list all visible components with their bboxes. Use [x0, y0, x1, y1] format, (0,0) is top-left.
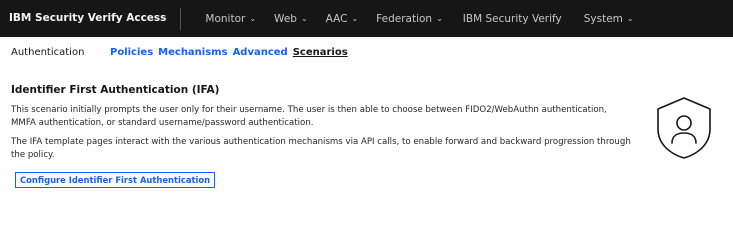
tab-mechanisms[interactable]: Mechanisms [158, 47, 227, 58]
section-tabs: Policies Mechanisms Advanced Scenarios [110, 47, 353, 58]
chevron-down-icon: ⌄ [626, 14, 634, 23]
secondary-navigation: Authentication Policies Mechanisms Advan… [0, 37, 733, 67]
chevron-down-icon: ⌄ [436, 14, 443, 23]
nav-item-ibm-security-verify[interactable]: IBM Security Verify [463, 0, 562, 37]
tab-scenarios[interactable]: Scenarios [293, 47, 348, 58]
nav-item-label: Monitor [205, 12, 246, 25]
brand-divider [180, 7, 182, 30]
nav-item-web[interactable]: Web ⌄ [274, 0, 308, 37]
chevron-down-icon: ⌄ [249, 14, 257, 23]
nav-item-label: Web [274, 12, 297, 25]
brand-title[interactable]: IBM Security Verify Access [0, 0, 180, 37]
tab-advanced[interactable]: Advanced [233, 47, 288, 58]
nav-item-federation[interactable]: Federation ⌄ [376, 0, 443, 37]
tab-policies[interactable]: Policies [110, 47, 153, 58]
page-title: Identifier First Authentication (IFA) [11, 84, 220, 96]
nav-item-label: IBM Security Verify [462, 12, 562, 25]
top-navigation-bar: IBM Security Verify Access Monitor ⌄ Web… [0, 0, 733, 37]
nav-item-aac[interactable]: AAC ⌄ [326, 0, 359, 37]
section-title: Authentication [11, 46, 85, 58]
nav-item-label: Federation [376, 12, 433, 25]
configure-ifa-button[interactable]: Configure Identifier First Authenticatio… [15, 172, 216, 188]
nav-item-system[interactable]: System ⌄ [584, 0, 634, 37]
scenario-panel: Identifier First Authentication (IFA) Th… [11, 84, 631, 188]
chevron-down-icon: ⌄ [300, 14, 308, 23]
shield-user-icon [654, 95, 714, 161]
nav-item-label: AAC [325, 12, 348, 25]
nav-item-monitor[interactable]: Monitor ⌄ [205, 0, 256, 37]
main-nav: Monitor ⌄ Web ⌄ AAC ⌄ Federation ⌄ IBM S… [205, 0, 633, 37]
description-paragraph: This scenario initially prompts the user… [11, 105, 607, 128]
description-paragraph: The IFA template pages interact with the… [11, 137, 631, 160]
chevron-down-icon: ⌄ [351, 14, 359, 23]
nav-item-label: System [583, 12, 623, 25]
